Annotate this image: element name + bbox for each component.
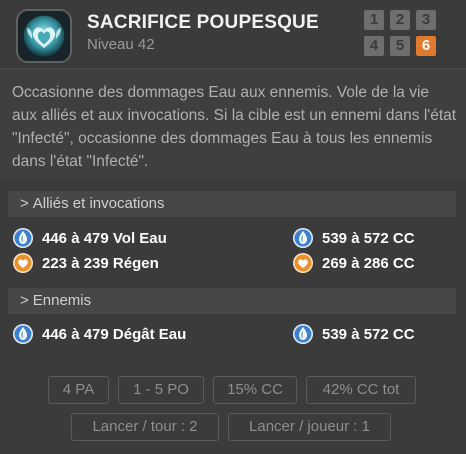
level-button-3[interactable]: 3 xyxy=(416,10,436,30)
spell-header: SACRIFICE POUPESQUE Niveau 42 1 2 3 4 5 … xyxy=(0,0,466,68)
effect-allies-heal-critical: 269 à 286 CC xyxy=(292,251,415,275)
effect-enemies-damage-critical: 539 à 572 CC xyxy=(292,322,415,346)
section-header-enemies[interactable]: > Ennemis xyxy=(8,288,456,314)
heart-wings-spell-icon xyxy=(16,9,72,63)
description-area: Occasionne des dommages Eau aux ennemis.… xyxy=(0,68,466,180)
water-drop-icon xyxy=(292,323,314,345)
spell-tooltip-panel: SACRIFICE POUPESQUE Niveau 42 1 2 3 4 5 … xyxy=(0,0,466,454)
effect-text: 446 à 479 Dégât Eau xyxy=(42,325,187,343)
section-title-allies: Alliés et invocations xyxy=(32,195,165,212)
stat-tag-cc-total: 42% CC tot xyxy=(306,376,416,404)
level-button-1[interactable]: 1 xyxy=(364,10,384,30)
water-drop-icon xyxy=(292,227,314,249)
heal-heart-icon xyxy=(292,252,314,274)
effect-enemies-damage: 446 à 479 Dégât Eau xyxy=(12,322,186,346)
effect-text: 223 à 239 Régen xyxy=(42,254,159,272)
effect-text: 446 à 479 Vol Eau xyxy=(42,229,167,247)
section-title-enemies: Ennemis xyxy=(32,292,92,309)
heal-heart-icon xyxy=(12,252,34,274)
spell-level-label: Niveau 42 xyxy=(87,36,155,53)
spell-title: SACRIFICE POUPESQUE xyxy=(87,12,319,33)
effect-allies-steal-critical: 539 à 572 CC xyxy=(292,226,415,250)
section-header-allies[interactable]: > Alliés et invocations xyxy=(8,191,456,217)
level-button-5[interactable]: 5 xyxy=(390,36,410,56)
level-button-6-active[interactable]: 6 xyxy=(416,36,436,56)
effect-text: 539 à 572 CC xyxy=(322,229,415,247)
chevron-right-icon: > xyxy=(20,292,29,309)
water-drop-icon xyxy=(12,227,34,249)
stat-tag-pa: 4 PA xyxy=(48,376,109,404)
stat-tag-casts-per-player: Lancer / joueur : 1 xyxy=(228,413,391,441)
level-button-4[interactable]: 4 xyxy=(364,36,384,56)
effect-allies-heal: 223 à 239 Régen xyxy=(12,251,159,275)
chevron-right-icon: > xyxy=(20,195,29,212)
effect-text: 269 à 286 CC xyxy=(322,254,415,272)
level-button-2[interactable]: 2 xyxy=(390,10,410,30)
stat-tag-cc: 15% CC xyxy=(213,376,297,404)
water-drop-icon xyxy=(12,323,34,345)
effect-allies-steal: 446 à 479 Vol Eau xyxy=(12,226,167,250)
spell-description: Occasionne des dommages Eau aux ennemis.… xyxy=(12,84,457,170)
effect-text: 539 à 572 CC xyxy=(322,325,415,343)
stat-tag-casts-per-turn: Lancer / tour : 2 xyxy=(71,413,219,441)
stat-tag-po: 1 - 5 PO xyxy=(118,376,204,404)
